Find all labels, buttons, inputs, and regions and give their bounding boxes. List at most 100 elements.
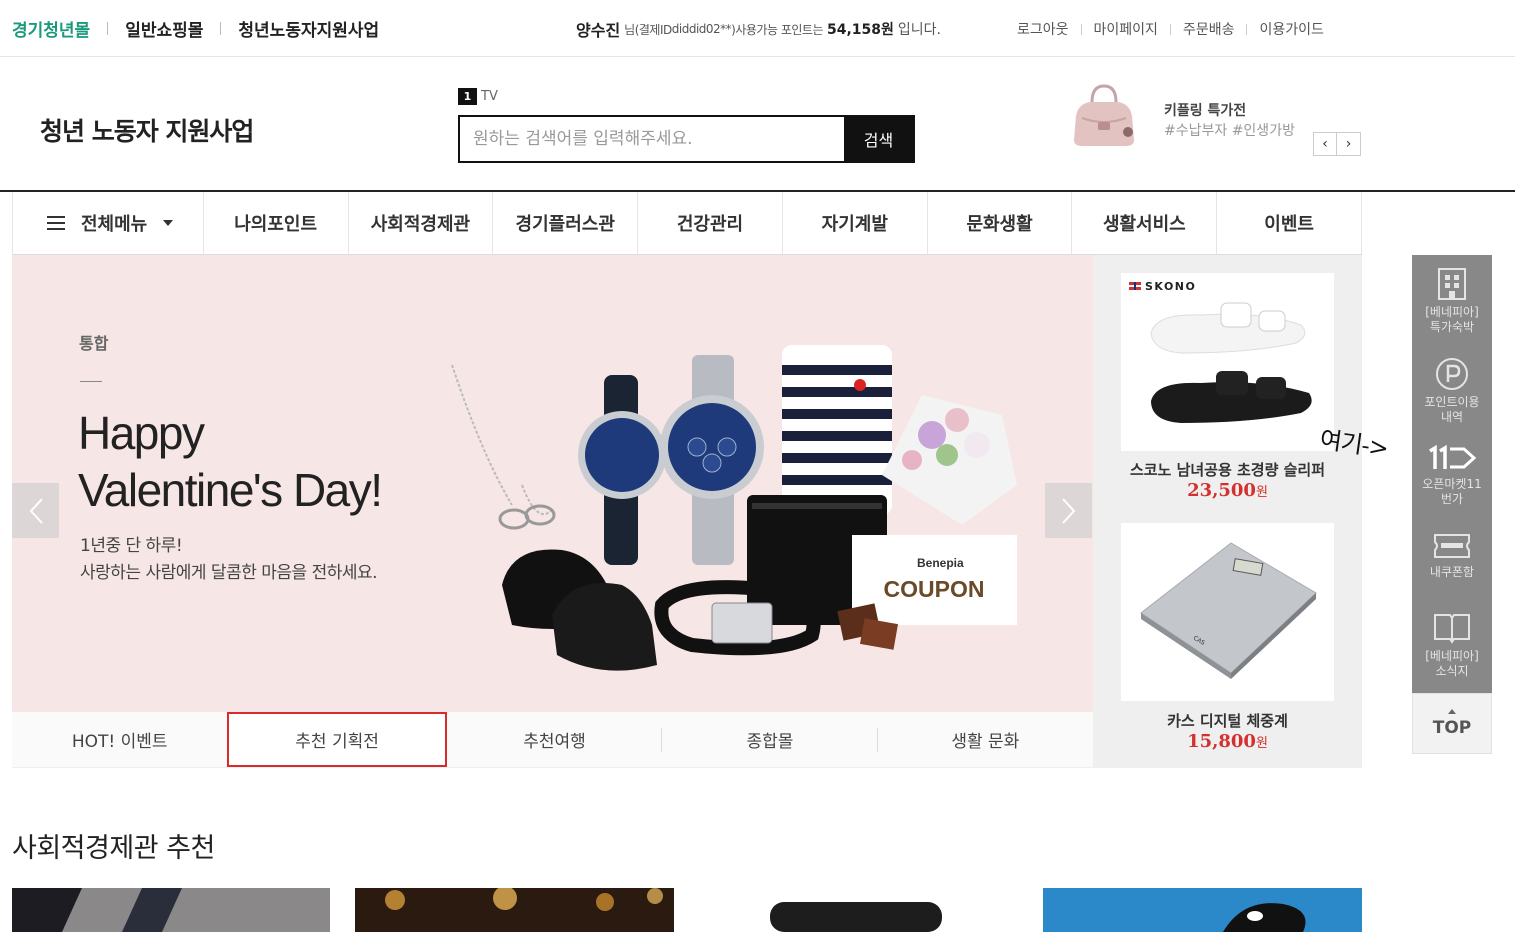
building-icon: [1438, 268, 1466, 300]
top-utility-bar: 경기청년몰 일반쇼핑몰 청년노동자지원사업 양수진 님(결제ID diddid0…: [0, 0, 1515, 57]
nav-item-event[interactable]: 이벤트: [1217, 192, 1363, 254]
tab-recommended-travel[interactable]: 추천여행: [447, 712, 663, 767]
user-name: 양수진: [576, 21, 621, 40]
nav-item-life-service[interactable]: 생활서비스: [1072, 192, 1218, 254]
product-price: 23,500원: [1093, 480, 1362, 501]
product-price: 15,800원: [1093, 731, 1362, 752]
valentine-goods-image: Benepia COUPON: [451, 345, 1017, 671]
caret-down-icon: [163, 220, 174, 226]
product-thumbnail[interactable]: [355, 888, 674, 932]
slipper-image: SKONO: [1129, 280, 1312, 423]
quick-item-benepia-lodging[interactable]: [베네피아] 특가숙박: [1412, 267, 1492, 335]
mall-link-youth-worker[interactable]: 청년노동자지원사업: [238, 16, 379, 41]
tab-general-mall[interactable]: 종합몰: [662, 712, 878, 767]
coupon-text: COUPON: [884, 576, 985, 602]
chevron-right-icon[interactable]: ›: [1337, 132, 1361, 156]
hero-prev-button[interactable]: [12, 483, 59, 538]
thumbnail-image: [1043, 888, 1362, 932]
divider: [1080, 23, 1082, 35]
thumbnail-image: [12, 888, 330, 932]
utility-links: 로그아웃 마이페이지 주문배송 이용가이드: [1017, 19, 1324, 39]
product-thumbnail[interactable]: [700, 888, 1018, 932]
mypage-link[interactable]: 마이페이지: [1094, 19, 1158, 39]
hero-banner[interactable]: 통합 Happy Valentine's Day! 1년중 단 하루! 사랑하는…: [12, 255, 1093, 712]
mall-link-gyeonggi-youth[interactable]: 경기청년몰: [12, 16, 90, 41]
price-unit: 원: [1255, 485, 1268, 500]
hero-title: Happy Valentine's Day!: [78, 405, 383, 519]
mall-switcher: 경기청년몰 일반쇼핑몰 청년노동자지원사업: [12, 16, 379, 41]
quick-item-benepia-newsletter[interactable]: [베네피아] 소식지: [1412, 611, 1492, 679]
divider: [220, 22, 222, 35]
user-id: diddid02**: [671, 22, 732, 36]
search-input[interactable]: [460, 117, 844, 161]
price-unit: 원: [1255, 736, 1268, 751]
points-suffix: 입니다.: [897, 22, 941, 38]
quick-item-my-coupons[interactable]: 내쿠폰함: [1412, 531, 1492, 580]
quick-item-point-history[interactable]: 포인트이용 내역: [1412, 357, 1492, 425]
search-bar: 검색: [458, 115, 915, 163]
chevron-left-icon: [29, 497, 43, 524]
product-card-slipper[interactable]: SKONO: [1121, 273, 1334, 451]
mall-link-general[interactable]: 일반쇼핑몰: [125, 16, 203, 41]
nav-item-social-economy[interactable]: 사회적경제관: [349, 192, 494, 254]
user-prefix: 님(결제ID: [624, 22, 672, 37]
chevron-left-icon[interactable]: ‹: [1313, 132, 1337, 156]
trending-keyword[interactable]: 1 TV: [458, 88, 498, 105]
order-delivery-link[interactable]: 주문배송: [1183, 19, 1235, 39]
scroll-top-button[interactable]: TOP: [1412, 693, 1492, 754]
hamburger-icon: [47, 216, 65, 230]
quick-item-label: [베네피아] 소식지: [1425, 649, 1479, 678]
hero-tag: 통합: [79, 334, 109, 353]
nav-item-health[interactable]: 건강관리: [638, 192, 783, 254]
hero-title-line2: Valentine's Day!: [78, 464, 383, 516]
hero-subtitle-line2: 사랑하는 사람에게 달콤한 마음을 전하세요.: [80, 563, 378, 583]
hero-dash: [80, 381, 102, 382]
price-value: 23,500: [1187, 480, 1256, 501]
main-navigation: 전체메뉴 나의포인트 사회적경제관 경기플러스관 건강관리 자기계발 문화생활 …: [12, 192, 1363, 255]
coupon-brand: Benepia: [917, 556, 964, 570]
divider: [107, 22, 109, 35]
quick-item-label: 포인트이용 내역: [1424, 395, 1480, 424]
section-title: 사회적경제관 추천: [12, 833, 215, 864]
chevron-right-icon: [1061, 497, 1075, 524]
tab-label: 종합몰: [746, 732, 794, 752]
tab-life-culture[interactable]: 생활 문화: [878, 712, 1093, 767]
product-card-scale[interactable]: CAS: [1121, 523, 1334, 701]
tab-recommended-exhibition[interactable]: 추천 기획전: [227, 712, 447, 767]
tab-label: 추천 기획전: [295, 732, 379, 752]
quick-item-label: 오픈마켓11 번가: [1422, 477, 1482, 506]
book-icon: [1434, 614, 1470, 644]
product-thumbnail[interactable]: [12, 888, 330, 932]
nav-item-gyeonggi-plus[interactable]: 경기플러스관: [493, 192, 639, 254]
divider: [1246, 23, 1248, 35]
trending-rank: 1: [458, 88, 477, 105]
hero-next-button[interactable]: [1045, 483, 1092, 538]
nav-item-culture[interactable]: 문화생활: [928, 192, 1073, 254]
brand-logo: SKONO: [1145, 280, 1196, 293]
coupon-icon: [1434, 534, 1470, 558]
scale-image: CAS: [1140, 542, 1317, 679]
logout-link[interactable]: 로그아웃: [1017, 19, 1069, 39]
nav-item-self-development[interactable]: 자기계발: [783, 192, 928, 254]
product-name[interactable]: 스코노 남녀공용 초경량 슬리퍼: [1093, 459, 1362, 480]
product-thumbnail[interactable]: [1043, 888, 1362, 932]
promo-title: 키플링 특가전: [1164, 103, 1247, 119]
search-button[interactable]: 검색: [844, 117, 913, 161]
nav-item-my-points[interactable]: 나의포인트: [204, 192, 349, 254]
quick-menu: [베네피아] 특가숙박 포인트이용 내역 오픈마켓11 번가 내쿠폰함 [베네피…: [1412, 255, 1492, 693]
divider: [1169, 23, 1171, 35]
handbag-image: [1074, 84, 1134, 146]
arrow-up-icon: [1448, 709, 1456, 714]
header-promo[interactable]: 키플링 특가전 #수납부자 #인생가방 ‹ ›: [1068, 82, 1368, 156]
product-name[interactable]: 카스 디지털 체중계: [1093, 710, 1362, 731]
quick-item-11st[interactable]: 오픈마켓11 번가: [1412, 443, 1492, 507]
quick-item-label: 내쿠폰함: [1429, 565, 1475, 579]
site-logo[interactable]: 청년 노동자 지원사업: [40, 112, 254, 148]
promo-tags: #수납부자 #인생가방: [1164, 123, 1295, 139]
all-menu-button[interactable]: 전체메뉴: [13, 192, 204, 254]
tab-label: HOT! 이벤트: [71, 732, 168, 752]
trending-label: TV: [481, 89, 498, 104]
tab-hot-event[interactable]: HOT! 이벤트: [12, 712, 227, 767]
usage-guide-link[interactable]: 이용가이드: [1259, 19, 1323, 39]
hero-subtitle-line1: 1년중 단 하루!: [80, 536, 183, 556]
